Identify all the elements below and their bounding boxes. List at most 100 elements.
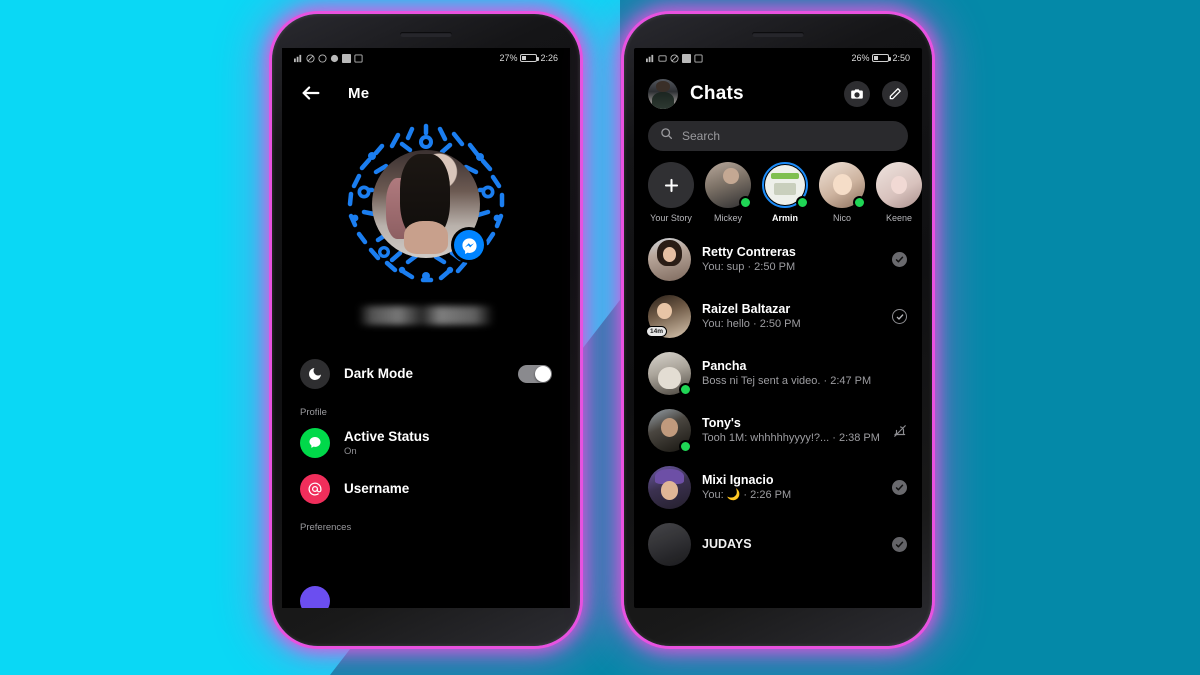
seen-check-icon: [892, 480, 907, 495]
chat-row[interactable]: Tony's Tooh 1M: whhhhhyyyy!?... · 2:38 P…: [634, 402, 922, 459]
chat-row[interactable]: Mixi Ignacio You: 🌙 · 2:26 PM: [634, 459, 922, 516]
chat-snippet: You: sup · 2:50 PM: [702, 261, 796, 274]
username-row[interactable]: Username: [282, 466, 570, 512]
status-icons-group: [294, 53, 363, 63]
active-status-label: Active Status: [344, 428, 430, 444]
story-item-mickey[interactable]: Mickey: [705, 162, 752, 223]
story-avatar: [705, 162, 752, 209]
status-badge: [891, 479, 908, 496]
chat-text-block: Raizel Baltazar You: hello · 2:50 PM: [702, 301, 880, 332]
avatar: [648, 523, 691, 566]
chat-snippet: You: hello · 2:50 PM: [702, 318, 801, 331]
battery-icon: [520, 54, 540, 62]
page-title: Chats: [690, 83, 744, 104]
status-badge: [891, 365, 908, 382]
status-badge: [891, 536, 908, 553]
right-phone-screen: 26% 2:50 Chats Search Your Story Mickey …: [634, 48, 922, 608]
stories-carousel[interactable]: Your Story Mickey Armin Nico Keene: [634, 151, 922, 227]
status-badge: [891, 251, 908, 268]
active-status-row[interactable]: Active Status On: [282, 420, 570, 466]
story-label: Armin: [771, 213, 798, 223]
avatar[interactable]: [648, 79, 678, 109]
online-dot: [679, 383, 692, 396]
chat-row[interactable]: JUDAYS: [634, 516, 922, 573]
status-badge: [891, 422, 908, 439]
phone-left-device: 27% 2:26 Me Dark Mode Profile Active Sta…: [272, 14, 580, 646]
active-status-icon: [300, 428, 330, 458]
status-right-group: 27% 2:26: [499, 53, 558, 63]
search-input[interactable]: Search: [648, 121, 908, 151]
earpiece-speaker-right: [752, 32, 804, 37]
online-dot: [739, 196, 752, 209]
chat-snippet: Boss ni Tej sent a video. · 2:47 PM: [702, 375, 872, 388]
left-status-bar: 27% 2:26: [282, 48, 570, 68]
gallery-icon: [354, 53, 363, 63]
online-dot: [679, 440, 692, 453]
compose-button[interactable]: [882, 81, 908, 107]
chat-name: Mixi Ignacio: [702, 472, 774, 487]
record-icon: [330, 54, 339, 63]
dark-mode-toggle[interactable]: [518, 365, 552, 383]
add-story-icon: [648, 162, 694, 208]
alarm-icon: [658, 54, 667, 63]
signal-icon: [294, 54, 303, 63]
story-avatar: [876, 162, 922, 208]
story-item-armin[interactable]: Armin: [762, 162, 809, 223]
chat-name: JUDAYS: [702, 537, 752, 552]
preferences-first-icon: [300, 586, 330, 608]
avatar: [648, 238, 691, 281]
story-item-keene[interactable]: Keene: [876, 162, 922, 223]
left-phone-screen: 27% 2:26 Me Dark Mode Profile Active Sta…: [282, 48, 570, 608]
phone-right-device: 26% 2:50 Chats Search Your Story Mickey …: [624, 14, 932, 646]
story-label: Mickey: [713, 213, 742, 223]
chat-row[interactable]: Pancha Boss ni Tej sent a video. · 2:47 …: [634, 345, 922, 402]
seen-check-icon: [892, 252, 907, 267]
story-avatar-unseen-ring: [762, 162, 809, 209]
avatar: [648, 466, 691, 509]
avatar: [648, 352, 692, 396]
chat-row[interactable]: Retty Contreras You: sup · 2:50 PM: [634, 231, 922, 288]
avatar: 14m: [646, 295, 691, 338]
page-title: Me: [348, 84, 370, 102]
delivered-check-icon: [892, 309, 907, 324]
active-status-main: Active Status On: [344, 429, 552, 458]
chat-row[interactable]: 14m Raizel Baltazar You: hello · 2:50 PM: [634, 288, 922, 345]
section-label-profile: Profile: [300, 407, 327, 418]
dark-mode-row[interactable]: Dark Mode: [282, 351, 570, 397]
chat-snippet: You: 🌙 · 2:26 PM: [702, 489, 792, 502]
messenger-qr-code[interactable]: [342, 120, 510, 288]
search-icon: [660, 127, 673, 145]
section-label-preferences: Preferences: [300, 522, 352, 533]
chat-name: Raizel Baltazar: [702, 301, 791, 316]
chat-text-block: Mixi Ignacio You: 🌙 · 2:26 PM: [702, 472, 880, 503]
moon-icon: [300, 359, 330, 389]
gallery-icon: [694, 53, 703, 63]
mute-bell-icon: [893, 424, 907, 438]
camera-button[interactable]: [844, 81, 870, 107]
story-label: Keene: [885, 213, 913, 223]
search-placeholder: Search: [682, 129, 721, 143]
avatar: [648, 409, 692, 453]
story-item-nico[interactable]: Nico: [819, 162, 866, 223]
seen-check-icon: [892, 537, 907, 552]
story-item-your-story[interactable]: Your Story: [648, 162, 694, 223]
mute-icon: [306, 53, 315, 63]
online-dot: [853, 196, 866, 209]
right-status-bar: 26% 2:50: [634, 48, 922, 68]
clock-label: 2:50: [892, 53, 910, 63]
dark-mode-label: Dark Mode: [344, 365, 414, 381]
battery-percent-label: 27%: [499, 53, 518, 63]
back-arrow-icon[interactable]: [300, 82, 322, 104]
username-main: Username: [344, 481, 552, 498]
status-icons-group-right: [646, 53, 703, 63]
chat-name: Tony's: [702, 415, 741, 430]
me-header: Me: [282, 68, 570, 112]
chat-list[interactable]: Retty Contreras You: sup · 2:50 PM 14m R…: [634, 227, 922, 573]
chat-text-block: Tony's Tooh 1M: whhhhhyyyy!?... · 2:38 P…: [702, 415, 880, 446]
story-time-badge: 14m: [646, 326, 668, 337]
facebook-icon: [682, 53, 691, 63]
chats-header: Chats: [634, 68, 922, 115]
chat-name: Pancha: [702, 358, 747, 373]
chat-text-block: Retty Contreras You: sup · 2:50 PM: [702, 244, 880, 275]
at-icon: [300, 474, 330, 504]
